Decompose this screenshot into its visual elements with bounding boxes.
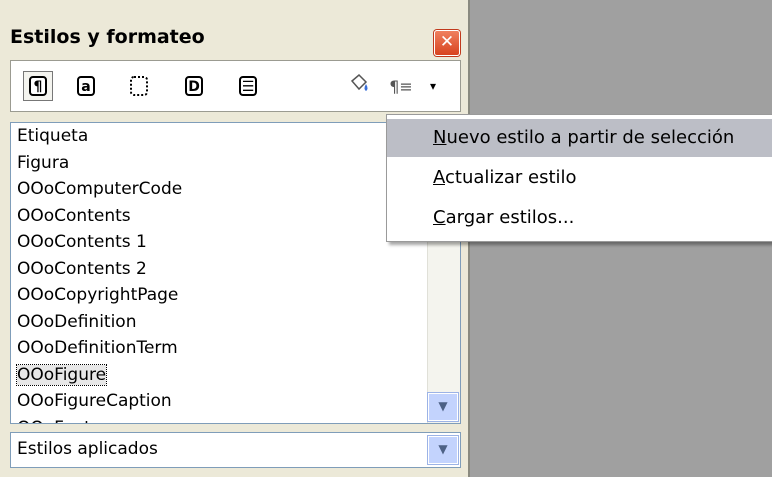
fill-format-mode-button[interactable] (345, 71, 375, 101)
style-list-item[interactable]: Figura (11, 150, 428, 177)
style-list-item[interactable]: OOoFigureCaption (11, 388, 428, 415)
menu-item-mnemonic: N (433, 127, 447, 148)
menu-item-mnemonic: C (433, 207, 446, 228)
frame-styles-button[interactable] (124, 71, 154, 101)
menu-item-label: argar estilos... (445, 207, 575, 228)
panel-title: Estilos y formateo (10, 26, 205, 48)
style-filter-value: Estilos aplicados (17, 439, 158, 459)
style-filter-select[interactable]: Estilos aplicados ▼ (10, 432, 461, 468)
chevron-down-icon: ▼ (438, 399, 448, 413)
page-styles-icon: D (185, 76, 203, 96)
style-list-item-label: Etiqueta (17, 126, 89, 146)
style-list-item-label: OOoComputerCode (17, 179, 183, 199)
style-list-item-label: OOoDefinition (17, 311, 137, 332)
paragraph-styles-icon: ¶ (29, 76, 47, 96)
paragraph-styles-button[interactable]: ¶ (23, 71, 53, 101)
style-list-item[interactable]: OOoContents (11, 203, 428, 230)
list-styles-button[interactable]: ☰ (233, 71, 263, 101)
menu-item[interactable]: Nuevo estilo a partir de selección (387, 119, 772, 157)
style-list-item-label: OOoFigure (15, 363, 108, 386)
style-list-item-label: Figura (17, 152, 70, 173)
style-list-item-label: OOoCopyrightPage (17, 285, 179, 305)
style-list-item[interactable]: OOoComputerCode (11, 176, 428, 203)
style-list-item-label: OOoFooter (17, 418, 108, 424)
style-filter-dropdown-button[interactable]: ▼ (428, 436, 458, 464)
toolbar-dropdown-button[interactable]: ▾ (423, 71, 443, 101)
list-styles-icon: ☰ (239, 76, 257, 96)
chevron-down-icon: ▾ (429, 79, 437, 93)
close-button[interactable]: ✕ (434, 30, 460, 56)
style-list-item[interactable]: OOoContents 1 (11, 229, 428, 256)
style-list-item-label: OOoFigureCaption (17, 391, 172, 411)
fill-format-icon (348, 73, 372, 100)
style-list-item[interactable]: OOoFigure (11, 362, 428, 389)
style-family-toolbar: ¶ a D ☰ ¶≡ ▾ (10, 60, 461, 112)
new-style-context-menu: Nuevo estilo a partir de selección Actual… (386, 114, 772, 242)
style-list-item[interactable]: OOoContents 2 (11, 256, 428, 283)
character-styles-icon: a (77, 76, 95, 96)
menu-item[interactable]: Actualizar estilo (387, 159, 772, 197)
style-list-item-label: OOoDefinitionTerm (17, 338, 178, 358)
menu-item-label: uevo estilo a partir de selección (446, 127, 735, 148)
character-styles-button[interactable]: a (71, 71, 101, 101)
style-list-item[interactable]: OOoDefinition (11, 309, 428, 336)
style-list-item[interactable]: OOoCopyrightPage (11, 282, 428, 309)
frame-styles-icon (130, 76, 148, 96)
style-list-item-label: OOoContents 1 (17, 232, 147, 252)
menu-item[interactable]: Cargar estilos... (387, 199, 772, 237)
style-list-item[interactable]: OOoFooter (11, 415, 428, 424)
chevron-down-icon: ▼ (438, 442, 448, 456)
new-style-menu-icon: ¶≡ (389, 76, 413, 96)
page-styles-button[interactable]: D (179, 71, 209, 101)
new-style-menu-button[interactable]: ¶≡ (383, 71, 419, 101)
menu-item-mnemonic: A (433, 167, 445, 188)
style-list-item-label: OOoContents (17, 205, 131, 226)
style-list-item[interactable]: OOoDefinitionTerm (11, 335, 428, 362)
style-list-item[interactable]: Etiqueta (11, 123, 428, 150)
scroll-down-button[interactable]: ▼ (428, 393, 458, 421)
close-icon: ✕ (439, 32, 455, 52)
styles-list-items: Etiqueta Figura OOoComputerCode OOoContents… (11, 123, 428, 424)
style-list-item-label: OOoContents 2 (17, 258, 147, 279)
menu-item-label: ctualizar estilo (445, 167, 577, 188)
